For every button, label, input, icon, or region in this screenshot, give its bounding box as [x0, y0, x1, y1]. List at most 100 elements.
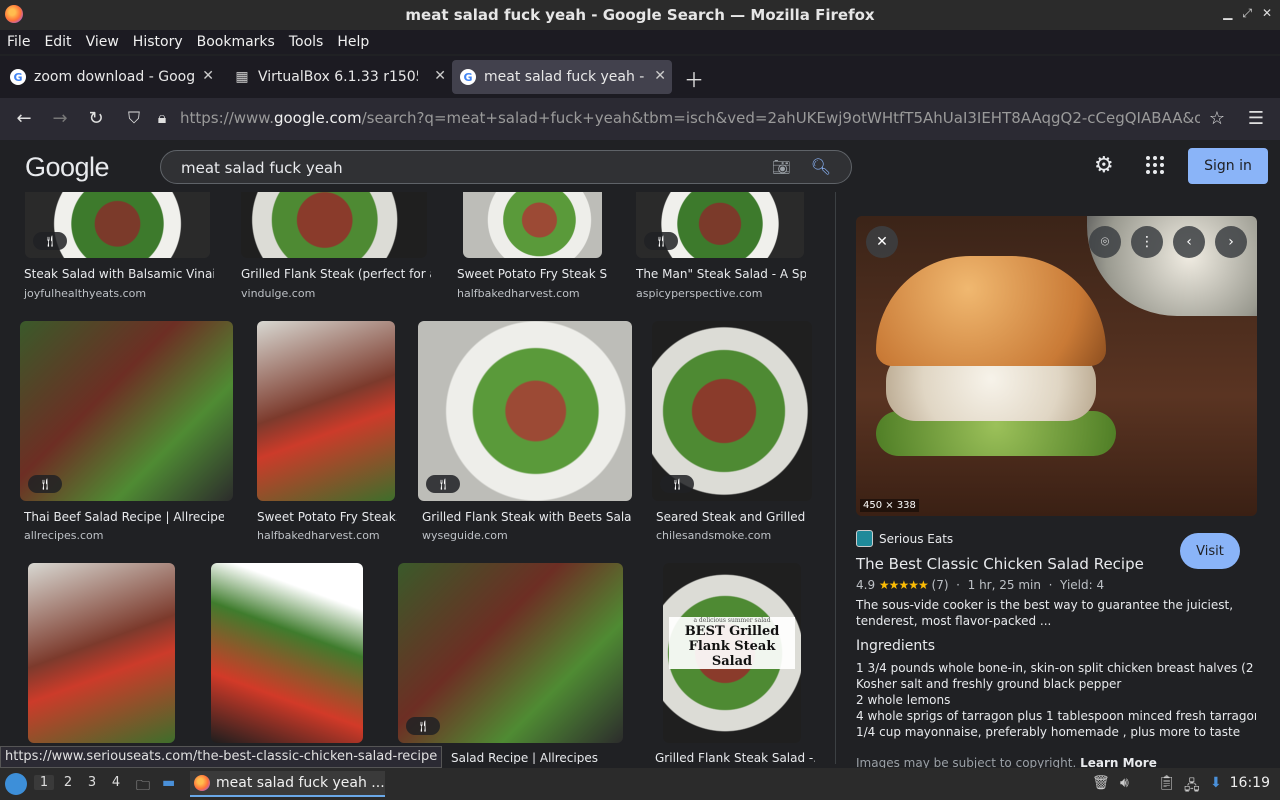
more-vert-icon[interactable]: ⋮	[1131, 226, 1163, 258]
clipboard-icon[interactable]: 📋︎	[1158, 775, 1176, 791]
result-caption[interactable]: Grilled Flank Steak (perfect for a...	[241, 267, 431, 281]
start-menu-icon[interactable]	[5, 773, 27, 795]
workspace-4[interactable]: 4	[106, 775, 126, 790]
preview-site[interactable]: Serious Eats	[856, 530, 953, 547]
close-window-icon[interactable]: ✕	[1262, 6, 1272, 21]
camera-search-icon[interactable]: 📷︎	[772, 158, 791, 176]
search-input[interactable]: meat salad fuck yeah	[181, 159, 343, 177]
ingredient-item: 1 3/4 pounds whole bone-in, skin-on spli…	[856, 661, 1256, 675]
result-caption[interactable]: Grilled Flank Steak with Beets Salad...	[422, 510, 632, 524]
workspace-2[interactable]: 2	[58, 775, 78, 790]
volume-icon[interactable]: 🔊︎	[1120, 775, 1129, 791]
menu-history[interactable]: History	[133, 34, 183, 50]
result-caption[interactable]: Thai Beef Salad Recipe | Allrecipes	[24, 510, 224, 524]
result-image[interactable]: a delicious summer salad BEST Grilled Fl…	[663, 563, 801, 743]
preview-image[interactable]: ✕ ⌾ ⋮ ‹ › 450 × 338	[856, 216, 1257, 516]
status-url: https://www.seriouseats.com/the-best-cla…	[0, 746, 443, 768]
file-manager-icon[interactable]: 🗀	[136, 775, 150, 799]
tab-close-icon[interactable]: ✕	[434, 68, 446, 84]
result-caption[interactable]: Sweet Potato Fry Steak...	[257, 510, 397, 524]
tab-close-icon[interactable]: ✕	[202, 68, 214, 84]
steak-overlay-label: a delicious summer salad BEST Grilled Fl…	[669, 617, 795, 669]
firefox-icon	[5, 5, 23, 23]
restore-icon[interactable]: ⤢	[1242, 6, 1252, 21]
result-caption[interactable]: The Man" Steak Salad - A Spi...	[636, 267, 806, 281]
result-image[interactable]: 🍴︎	[652, 321, 812, 501]
close-icon[interactable]: ✕	[866, 226, 898, 258]
reload-icon[interactable]: ↻	[84, 108, 108, 129]
google-header: Google meat salad fuck yeah 📷︎ 🔍︎ ⚙ Sign…	[0, 140, 1280, 192]
bookmark-star-icon[interactable]: ☆	[1205, 108, 1229, 129]
menu-help[interactable]: Help	[337, 34, 369, 50]
chevron-left-icon[interactable]: ‹	[1173, 226, 1205, 258]
ingredient-item: 4 whole sprigs of tarragon plus 1 tables…	[856, 709, 1256, 723]
result-caption[interactable]: Sweet Potato Fry Steak S...	[457, 267, 607, 281]
apps-grid-icon[interactable]	[1146, 156, 1164, 174]
workspace-3[interactable]: 3	[82, 775, 102, 790]
chevron-right-icon[interactable]: ›	[1215, 226, 1247, 258]
result-source: allrecipes.com	[24, 529, 104, 542]
lens-search-icon[interactable]: ⌾	[1089, 226, 1121, 258]
result-caption[interactable]: Seared Steak and Grilled ...	[656, 510, 806, 524]
result-caption[interactable]: Steak Salad with Balsamic Vinai...	[24, 267, 214, 281]
result-image[interactable]	[28, 563, 175, 743]
preview-title[interactable]: The Best Classic Chicken Salad Recipe	[856, 555, 1144, 573]
recipe-fork-knife-icon: 🍴︎	[644, 232, 678, 250]
ingredient-item: 2 whole lemons	[856, 693, 951, 707]
tab-meat-salad[interactable]: G meat salad fuck yeah - Google Search ✕	[452, 60, 672, 94]
taskbar-task-label: meat salad fuck yeah ...	[216, 775, 385, 791]
result-image[interactable]	[257, 321, 395, 501]
search-box[interactable]: meat salad fuck yeah 📷︎ 🔍︎	[160, 150, 852, 184]
window-titlebar: meat salad fuck yeah - Google Search — M…	[0, 0, 1280, 30]
visit-button[interactable]: Visit	[1180, 533, 1240, 569]
url-path: /search?q=meat+salad+fuck+yeah&tbm=isch&…	[361, 109, 1200, 127]
menu-view[interactable]: View	[86, 34, 119, 50]
google-favicon-icon: G	[10, 69, 26, 85]
taskbar-firefox-window[interactable]: meat salad fuck yeah ...	[190, 771, 385, 797]
ingredient-item: Kosher salt and freshly ground black pep…	[856, 677, 1122, 691]
result-image[interactable]: 🍴︎	[418, 321, 632, 501]
result-image[interactable]	[211, 563, 363, 743]
tab-bar: G zoom download - Google Search ✕ ▦ Virt…	[0, 56, 1280, 98]
result-image[interactable]	[241, 192, 427, 258]
menu-edit[interactable]: Edit	[44, 34, 71, 50]
lock-icon[interactable]: 🔒︎	[150, 108, 174, 128]
image-results-grid: 🍴︎ 🍴︎ Steak Salad with Balsamic Vinai...…	[0, 192, 835, 764]
gear-icon[interactable]: ⚙	[1094, 153, 1114, 178]
clock: 16:19	[1229, 775, 1270, 791]
url-bar[interactable]: https://www.google.com/search?q=meat+sal…	[180, 109, 1200, 127]
new-tab-plus-icon[interactable]: ＋	[684, 64, 704, 93]
result-image[interactable]: 🍴︎	[25, 192, 210, 258]
tab-close-icon[interactable]: ✕	[654, 68, 666, 84]
google-logo[interactable]: Google	[25, 152, 110, 183]
update-icon[interactable]: ⬇	[1210, 775, 1222, 791]
result-caption[interactable]: Salad Recipe | Allrecipes	[451, 751, 631, 764]
hamburger-menu-icon[interactable]: ☰	[1244, 108, 1268, 129]
sign-in-button[interactable]: Sign in	[1188, 148, 1268, 184]
shield-icon[interactable]: ⛉	[122, 108, 146, 128]
result-source: aspicyperspective.com	[636, 287, 763, 300]
network-icon[interactable]: 🖧	[1184, 775, 1200, 799]
recipe-fork-knife-icon: 🍴︎	[406, 717, 440, 735]
workspace-1[interactable]: 1	[34, 775, 54, 790]
menu-file[interactable]: File	[7, 34, 30, 50]
tab-zoom-download[interactable]: G zoom download - Google Search ✕	[2, 60, 220, 94]
menu-tools[interactable]: Tools	[289, 34, 324, 50]
search-icon[interactable]: 🔍︎	[811, 157, 831, 176]
forward-arrow-icon[interactable]: →	[48, 108, 72, 129]
recipe-yield: Yield: 4	[1060, 578, 1105, 592]
minimize-icon[interactable]: ▁	[1223, 6, 1232, 21]
desktop-icon[interactable]: ▬	[162, 775, 175, 791]
serious-eats-favicon-icon	[856, 530, 873, 547]
trash-icon[interactable]: 🗑︎	[1092, 775, 1110, 791]
back-arrow-icon[interactable]: ←	[12, 108, 36, 129]
tab-label: VirtualBox 6.1.33 r150502	[258, 69, 418, 85]
result-caption[interactable]: Grilled Flank Steak Salad -...	[655, 751, 815, 764]
preview-description: The sous-vide cooker is the best way to …	[856, 598, 1234, 628]
result-image[interactable]: 🍴︎	[398, 563, 623, 743]
result-image[interactable]: 🍴︎	[20, 321, 233, 501]
result-image[interactable]: 🍴︎	[636, 192, 804, 258]
menu-bookmarks[interactable]: Bookmarks	[197, 34, 275, 50]
tab-virtualbox[interactable]: ▦ VirtualBox 6.1.33 r150502 ✕	[226, 60, 452, 94]
result-image[interactable]	[463, 192, 602, 258]
